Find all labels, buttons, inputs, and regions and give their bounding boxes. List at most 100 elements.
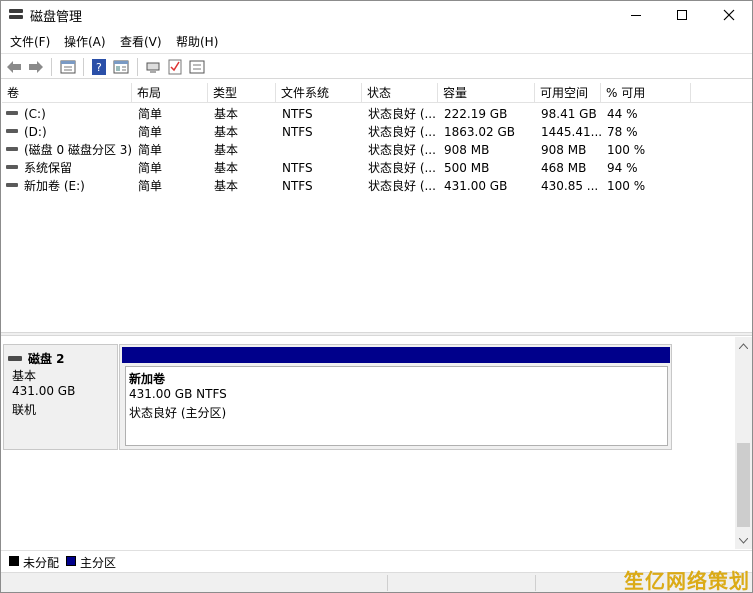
volume-status: 状态良好 (...: [368, 143, 436, 157]
disk-state: 联机: [12, 403, 37, 417]
maximize-icon: [677, 10, 687, 20]
volume-layout: 简单: [138, 143, 163, 157]
volume-free-space: 1445.41...: [541, 125, 601, 139]
status-cell-1: [387, 575, 535, 591]
volume-capacity: 1863.02 GB: [444, 125, 515, 139]
volume-status: 状态良好 (...: [368, 161, 436, 175]
scroll-down-button[interactable]: [735, 532, 752, 549]
back-button[interactable]: [4, 57, 24, 77]
column-header-layout[interactable]: 布局: [132, 83, 208, 103]
volume-layout: 简单: [138, 125, 163, 139]
volume-layout: 简单: [138, 107, 163, 121]
column-header-percent-free[interactable]: % 可用: [601, 83, 691, 103]
volume-type: 基本: [214, 161, 239, 175]
menu-help[interactable]: 帮助(H): [176, 33, 218, 50]
settings-button[interactable]: [187, 57, 207, 77]
scroll-up-button[interactable]: [735, 337, 752, 354]
volume-icon: [6, 111, 18, 117]
vertical-scrollbar[interactable]: [735, 337, 752, 549]
volume-row[interactable]: (D:) 简单 基本 NTFS 状态良好 (... 1863.02 GB 1445.41..…: [2, 123, 752, 141]
legend-swatch-unallocated: [9, 556, 19, 566]
volume-list: 卷 布局 类型 文件系统 状态 容量 可用空间 % 可用 (C:) 简单 基本 NTF…: [2, 83, 752, 331]
properties-button[interactable]: [58, 57, 78, 77]
partition-status: 状态良好 (主分区): [129, 406, 227, 420]
connect-icon: [146, 62, 160, 73]
column-header-free-space[interactable]: 可用空间: [535, 83, 601, 103]
legend-primary: 主分区: [80, 556, 117, 570]
status-cell-2: [535, 575, 635, 591]
volume-icon: [6, 183, 18, 189]
settings-icon: [189, 60, 205, 74]
volume-filesystem: NTFS: [282, 125, 313, 139]
menu-view[interactable]: 查看(V): [120, 33, 162, 50]
volume-type: 基本: [214, 107, 239, 121]
scroll-thumb[interactable]: [737, 443, 750, 527]
volume-name: (磁盘 0 磁盘分区 3): [24, 143, 132, 157]
disk-management-window: 磁盘管理 文件(F) 操作(A) 查看(V) 帮助(H) ? 卷 布局 类型 文…: [0, 0, 753, 593]
column-header-volume[interactable]: 卷: [2, 83, 132, 103]
column-header-capacity[interactable]: 容量: [438, 83, 535, 103]
menu-bar: 文件(F) 操作(A) 查看(V) 帮助(H): [1, 30, 752, 52]
svg-text:?: ?: [96, 61, 102, 74]
volume-filesystem: NTFS: [282, 107, 313, 121]
help-button[interactable]: ?: [89, 57, 109, 77]
volume-free-space: 468 MB: [541, 161, 587, 175]
column-header-status[interactable]: 状态: [362, 83, 438, 103]
volume-percent-free: 78 %: [607, 125, 638, 139]
volume-free-space: 430.85 ...: [541, 179, 599, 193]
primary-partition-bar: [122, 347, 670, 363]
window-title: 磁盘管理: [30, 10, 83, 25]
properties-icon: [60, 60, 76, 74]
back-arrow-icon: [7, 61, 21, 73]
connect-button[interactable]: [143, 57, 163, 77]
volume-percent-free: 100 %: [607, 179, 646, 193]
watermark-logo: 笙亿网络策划: [624, 569, 750, 593]
volume-row[interactable]: (磁盘 0 磁盘分区 3) 简单 基本 状态良好 (... 908 MB 908 MB 10…: [2, 141, 752, 159]
volume-row[interactable]: 新加卷 (E:) 简单 基本 NTFS 状态良好 (... 431.00 GB 430.85…: [2, 177, 752, 195]
partition-details[interactable]: 新加卷 431.00 GB NTFS 状态良好 (主分区): [125, 366, 668, 446]
volume-icon: [6, 165, 18, 171]
column-header-filesystem[interactable]: 文件系统: [276, 83, 362, 103]
volume-status: 状态良好 (...: [368, 179, 436, 193]
check-button[interactable]: [165, 57, 185, 77]
menu-file[interactable]: 文件(F): [10, 33, 50, 50]
title-bar: 磁盘管理: [1, 1, 752, 29]
disk-icon: [8, 356, 22, 361]
check-icon: [168, 59, 182, 75]
volume-type: 基本: [214, 143, 239, 157]
volume-capacity: 431.00 GB: [444, 179, 508, 193]
close-button[interactable]: [706, 1, 752, 29]
volume-capacity: 500 MB: [444, 161, 490, 175]
volume-capacity: 908 MB: [444, 143, 490, 157]
chevron-up-icon: [739, 342, 748, 349]
volume-filesystem: NTFS: [282, 179, 313, 193]
volume-free-space: 98.41 GB: [541, 107, 597, 121]
volume-filesystem: NTFS: [282, 161, 313, 175]
disk-info-panel[interactable]: 磁盘 2 基本 431.00 GB 联机: [3, 344, 118, 450]
volume-percent-free: 100 %: [607, 143, 646, 157]
menu-action[interactable]: 操作(A): [64, 33, 106, 50]
column-header-blank: [691, 83, 752, 103]
volume-name: (C:): [24, 107, 46, 121]
forward-button[interactable]: [26, 57, 46, 77]
volume-layout: 简单: [138, 161, 163, 175]
minimize-icon: [631, 14, 641, 16]
volume-filesystem: [282, 141, 362, 159]
volume-row[interactable]: (C:) 简单 基本 NTFS 状态良好 (... 222.19 GB 98.41 GB 44…: [2, 105, 752, 123]
volume-type: 基本: [214, 125, 239, 139]
disk-kind: 基本: [12, 369, 37, 383]
column-header-type[interactable]: 类型: [208, 83, 276, 103]
disk-name: 磁盘 2: [28, 352, 65, 366]
minimize-button[interactable]: [613, 1, 659, 29]
list-view-button[interactable]: [111, 57, 131, 77]
volume-name: (D:): [24, 125, 47, 139]
maximize-button[interactable]: [659, 1, 705, 29]
partition-block[interactable]: 新加卷 431.00 GB NTFS 状态良好 (主分区): [119, 344, 672, 450]
volume-status: 状态良好 (...: [368, 125, 436, 139]
pane-splitter[interactable]: [1, 332, 752, 336]
volume-row[interactable]: 系统保留 简单 基本 NTFS 状态良好 (... 500 MB 468 MB 94 %: [2, 159, 752, 177]
volume-percent-free: 94 %: [607, 161, 638, 175]
disk-size: 431.00 GB: [12, 384, 76, 398]
partition-name: 新加卷: [129, 372, 166, 386]
forward-arrow-icon: [29, 61, 43, 73]
